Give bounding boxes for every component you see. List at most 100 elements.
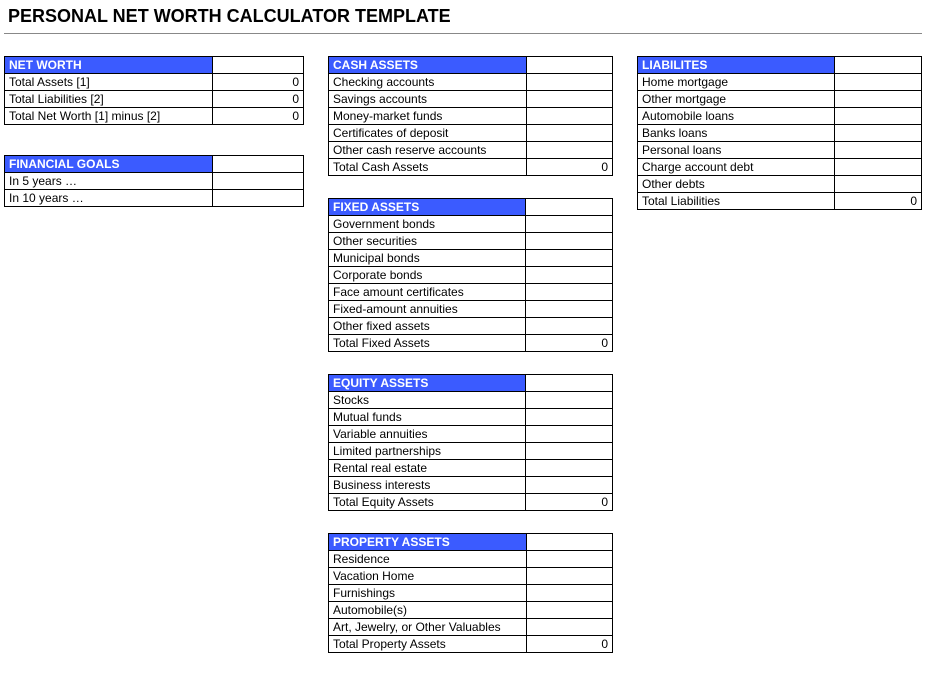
table-row-value[interactable] — [526, 477, 613, 494]
property-assets-header-blank — [527, 534, 613, 551]
table-row-value[interactable]: 0 — [526, 494, 613, 511]
table-row-value[interactable]: 0 — [212, 108, 303, 125]
table-row-value[interactable] — [835, 159, 922, 176]
cash-assets-header: CASH ASSETS — [329, 57, 527, 74]
table-row-label: Limited partnerships — [329, 443, 526, 460]
table-row-value[interactable] — [526, 216, 613, 233]
table-row-label: Other securities — [329, 233, 526, 250]
table-row-value[interactable] — [526, 301, 613, 318]
table-row-value[interactable] — [526, 318, 613, 335]
goals-header: FINANCIAL GOALS — [5, 156, 213, 173]
table-row-label: Automobile(s) — [329, 602, 527, 619]
table-row-value[interactable] — [526, 426, 613, 443]
table-row-value[interactable]: 0 — [212, 74, 303, 91]
table-row-label: Rental real estate — [329, 460, 526, 477]
table-row-label: Corporate bonds — [329, 267, 526, 284]
table-row-label: Savings accounts — [329, 91, 527, 108]
table-row-value[interactable] — [527, 551, 613, 568]
table-row-value[interactable]: 0 — [212, 91, 303, 108]
liabilities-header-blank — [835, 57, 922, 74]
table-row-label: Charge account debt — [638, 159, 835, 176]
table-row-label: Government bonds — [329, 216, 526, 233]
table-row-value[interactable] — [527, 602, 613, 619]
equity-assets-header: EQUITY ASSETS — [329, 375, 526, 392]
table-row-value[interactable] — [526, 460, 613, 477]
table-row-value[interactable] — [526, 108, 612, 125]
fixed-assets-section: FIXED ASSETSGovernment bondsOther securi… — [328, 198, 613, 352]
table-row-value[interactable] — [526, 91, 612, 108]
table-row-value[interactable]: 0 — [526, 159, 612, 176]
table-row-label: Other mortgage — [638, 91, 835, 108]
table-row-label: Mutual funds — [329, 409, 526, 426]
table-row-label: Other cash reserve accounts — [329, 142, 527, 159]
cash-assets-section: CASH ASSETSChecking accountsSavings acco… — [328, 56, 613, 176]
table-row-value[interactable] — [526, 142, 612, 159]
net-worth-header-blank — [212, 57, 303, 74]
cash-assets-header-blank — [526, 57, 612, 74]
table-row-value[interactable] — [835, 125, 922, 142]
table-row-label: Total Liabilities [2] — [5, 91, 213, 108]
table-row-label: Total Net Worth [1] minus [2] — [5, 108, 213, 125]
table-row-label: Variable annuities — [329, 426, 526, 443]
table-row-value[interactable]: 0 — [526, 335, 613, 352]
table-row-value[interactable] — [526, 284, 613, 301]
table-row-value[interactable] — [526, 233, 613, 250]
table-row-value[interactable] — [526, 267, 613, 284]
table-row-label: In 10 years … — [5, 190, 213, 207]
table-row-value[interactable]: 0 — [835, 193, 922, 210]
table-row-value[interactable] — [527, 585, 613, 602]
middle-column: CASH ASSETSChecking accountsSavings acco… — [328, 56, 613, 675]
table-row-value[interactable] — [835, 108, 922, 125]
fixed-assets-header-blank — [526, 199, 613, 216]
table-row-label: Stocks — [329, 392, 526, 409]
property-assets-section: PROPERTY ASSETSResidenceVacation HomeFur… — [328, 533, 613, 653]
table-row-label: Other fixed assets — [329, 318, 526, 335]
liabilities-header: LIABILITES — [638, 57, 835, 74]
table-row-label: Business interests — [329, 477, 526, 494]
table-row-value[interactable] — [835, 74, 922, 91]
fixed-assets-header: FIXED ASSETS — [329, 199, 526, 216]
table-row-value[interactable] — [526, 125, 612, 142]
table-row-value[interactable] — [527, 568, 613, 585]
table-row-label: Art, Jewelry, or Other Valuables — [329, 619, 527, 636]
right-column: LIABILITESHome mortgageOther mortgageAut… — [637, 56, 922, 675]
property-assets-header: PROPERTY ASSETS — [329, 534, 527, 551]
table-row-value[interactable] — [212, 173, 303, 190]
table-row-value[interactable] — [835, 91, 922, 108]
table-row-value[interactable] — [527, 619, 613, 636]
table-row-label: Banks loans — [638, 125, 835, 142]
table-row-value[interactable]: 0 — [527, 636, 613, 653]
table-row-label: Personal loans — [638, 142, 835, 159]
page-title: PERSONAL NET WORTH CALCULATOR TEMPLATE — [4, 4, 922, 34]
table-row-label: Vacation Home — [329, 568, 527, 585]
columns-container: NET WORTH Total Assets [1] 0 Total Liabi… — [4, 34, 922, 675]
table-row-label: Total Liabilities — [638, 193, 835, 210]
table-row-label: Fixed-amount annuities — [329, 301, 526, 318]
table-row-label: Residence — [329, 551, 527, 568]
table-row-label: Checking accounts — [329, 74, 527, 91]
table-row-value[interactable] — [526, 250, 613, 267]
table-row-value[interactable] — [835, 142, 922, 159]
table-row-label: Total Fixed Assets — [329, 335, 526, 352]
left-column: NET WORTH Total Assets [1] 0 Total Liabi… — [4, 56, 304, 675]
table-row-label: Home mortgage — [638, 74, 835, 91]
table-row-label: Money-market funds — [329, 108, 527, 125]
table-row-label: Total Property Assets — [329, 636, 527, 653]
table-row-value[interactable] — [835, 176, 922, 193]
table-row-label: Municipal bonds — [329, 250, 526, 267]
table-row-label: Automobile loans — [638, 108, 835, 125]
goals-header-blank — [212, 156, 303, 173]
table-row-label: In 5 years … — [5, 173, 213, 190]
table-row-value[interactable] — [526, 74, 612, 91]
table-row-label: Face amount certificates — [329, 284, 526, 301]
equity-assets-header-blank — [526, 375, 613, 392]
table-row-label: Certificates of deposit — [329, 125, 527, 142]
table-row-value[interactable] — [526, 392, 613, 409]
table-row-label: Furnishings — [329, 585, 527, 602]
table-row-label: Total Assets [1] — [5, 74, 213, 91]
table-row-label: Other debts — [638, 176, 835, 193]
table-row-value[interactable] — [212, 190, 303, 207]
liabilities-section: LIABILITESHome mortgageOther mortgageAut… — [637, 56, 922, 210]
table-row-value[interactable] — [526, 443, 613, 460]
table-row-value[interactable] — [526, 409, 613, 426]
